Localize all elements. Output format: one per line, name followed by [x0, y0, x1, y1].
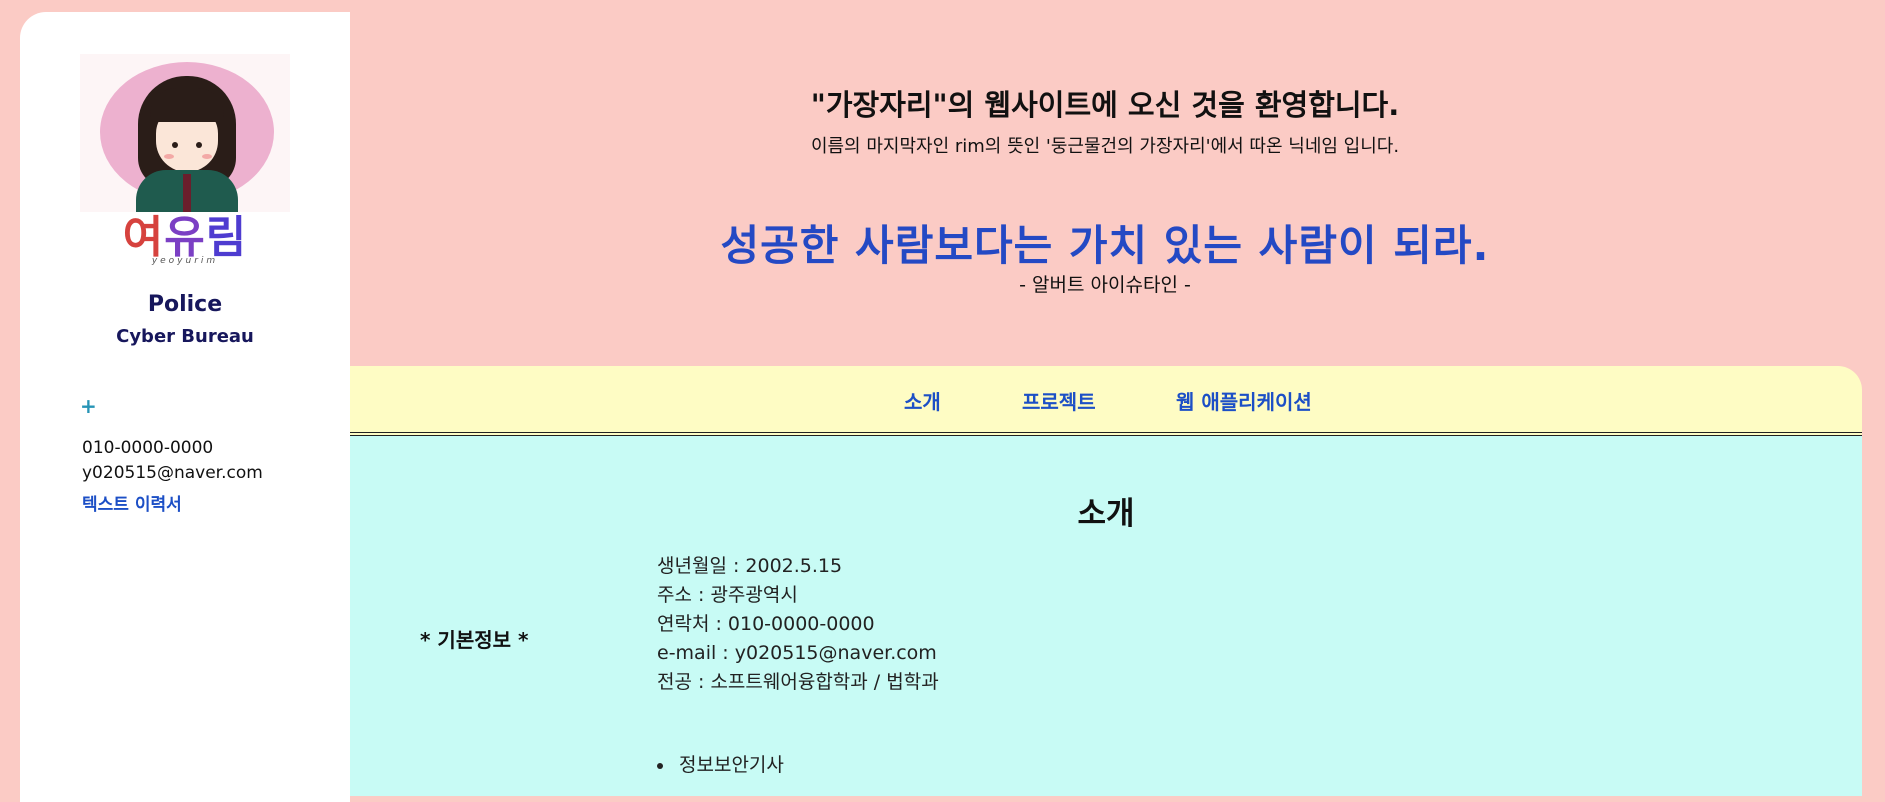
info-email: e-mail : y020515@naver.com [657, 642, 937, 664]
nav-projects[interactable]: 프로젝트 [1022, 386, 1096, 415]
welcome-heading: "가장자리"의 웹사이트에 오신 것을 환영합니다. [810, 88, 1400, 122]
cert-label: 정보보안기사 [679, 754, 784, 776]
main-nav: 소개 프로젝트 웹 애플리케이션 [350, 366, 1862, 436]
plus-icon[interactable]: + [80, 394, 97, 418]
nav-intro[interactable]: 소개 [904, 386, 941, 415]
contact-email: y020515@naver.com [82, 463, 263, 483]
basic-info-label: * 기본정보 * [420, 628, 529, 652]
text-resume-link[interactable]: 텍스트 이력서 [82, 490, 182, 515]
motto-author: - 알버트 아이슈타인 - [1019, 274, 1191, 296]
contact-phone: 010-0000-0000 [82, 438, 214, 458]
logo-subtitle: yeoyurim [151, 256, 219, 266]
info-address: 주소 : 광주광역시 [657, 584, 798, 606]
intro-section: 소개 * 기본정보 * 생년월일 : 2002.5.15 주소 : 광주광역시 … [350, 436, 1862, 796]
section-title: 소개 [1077, 496, 1135, 532]
motto-quote: 성공한 사람보다는 가치 있는 사람이 되라. [720, 221, 1490, 270]
basic-info-list: 생년월일 : 2002.5.15 주소 : 광주광역시 연락처 : 010-00… [657, 552, 939, 697]
org-name-line2: Cyber Bureau [116, 326, 254, 347]
sidebar: 여유림 yeoyurim Police Cyber Bureau + 010-0… [20, 12, 350, 802]
info-major: 전공 : 소프트웨어융합학과 / 법학과 [657, 671, 939, 693]
bullet-icon [657, 762, 663, 769]
cert-list: 정보보안기사 [657, 750, 784, 777]
nav-web-apps[interactable]: 웹 애플리케이션 [1176, 386, 1312, 415]
site-logo: 여유림 yeoyurim [20, 216, 350, 267]
avatar [80, 54, 290, 212]
info-birthdate: 생년월일 : 2002.5.15 [657, 555, 843, 577]
list-item: 정보보안기사 [657, 750, 784, 777]
org-name-line1: Police [147, 292, 223, 317]
welcome-subtitle: 이름의 마지막자인 rim의 뜻인 '둥근물건의 가장자리'에서 따온 닉네임 … [810, 136, 1400, 157]
info-phone: 연락처 : 010-0000-0000 [657, 613, 875, 635]
